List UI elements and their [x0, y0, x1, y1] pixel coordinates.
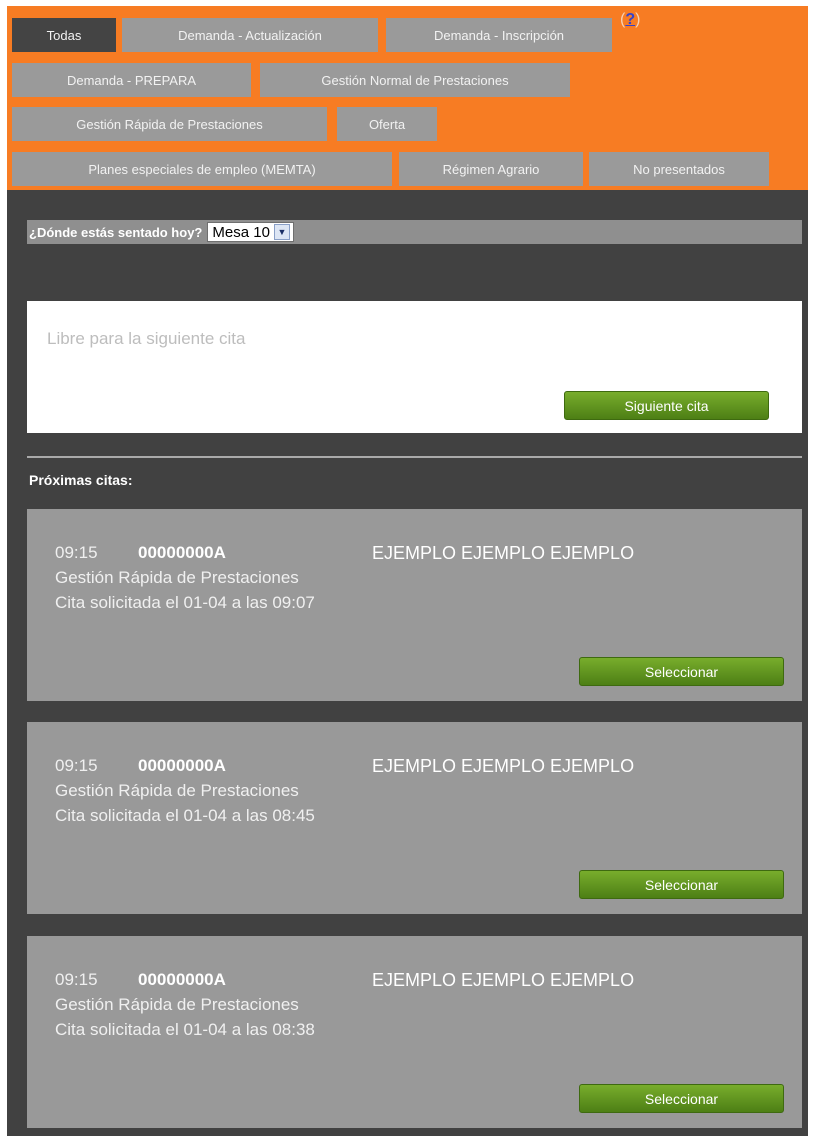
appointment-requested: Cita solicitada el 01-04 a las 09:07 [55, 593, 315, 612]
appointment-name: EJEMPLO EJEMPLO EJEMPLO [372, 970, 635, 990]
appointment-name: EJEMPLO EJEMPLO EJEMPLO [372, 543, 635, 563]
appointment-time: 09:15 [55, 543, 98, 562]
help-link[interactable]: (?) [620, 11, 640, 29]
appointment-service: Gestión Rápida de Prestaciones [55, 995, 299, 1014]
divider [27, 456, 802, 458]
tab-todas[interactable]: Todas [12, 18, 116, 52]
seat-bar: ¿Dónde estás sentado hoy? Mesa 10 ▼ [27, 220, 802, 244]
app-window: Todas Demanda - Actualización Demanda - … [7, 6, 808, 1136]
tab-bar: Todas Demanda - Actualización Demanda - … [7, 6, 808, 190]
free-panel: Libre para la siguiente cita Siguiente c… [27, 301, 802, 433]
select-button[interactable]: Seleccionar [579, 657, 784, 686]
seat-label: ¿Dónde estás sentado hoy? [29, 224, 203, 240]
appointment-id: 00000000A [138, 970, 226, 989]
upcoming-label: Próximas citas: [29, 472, 133, 488]
appointment-id: 00000000A [138, 756, 226, 775]
appointment-service: Gestión Rápida de Prestaciones [55, 568, 299, 587]
appointment-time: 09:15 [55, 756, 98, 775]
tab-planes-especiales-empleo[interactable]: Planes especiales de empleo (MEMTA) [12, 152, 392, 186]
appointment-id: 00000000A [138, 543, 226, 562]
appointment-card: 09:15 00000000A EJEMPLO EJEMPLO EJEMPLO … [27, 722, 802, 914]
appointment-card: 09:15 00000000A EJEMPLO EJEMPLO EJEMPLO … [27, 509, 802, 701]
seat-select[interactable]: Mesa 10 ▼ [207, 222, 294, 242]
help-close-paren: ) [635, 11, 641, 28]
appointment-time: 09:15 [55, 970, 98, 989]
appointment-card: 09:15 00000000A EJEMPLO EJEMPLO EJEMPLO … [27, 936, 802, 1128]
tab-demanda-prepara[interactable]: Demanda - PREPARA [12, 63, 251, 97]
tab-gestion-normal-prestaciones[interactable]: Gestión Normal de Prestaciones [260, 63, 570, 97]
free-status-text: Libre para la siguiente cita [47, 329, 246, 348]
next-appointment-button[interactable]: Siguiente cita [564, 391, 769, 420]
appointment-requested: Cita solicitada el 01-04 a las 08:45 [55, 806, 315, 825]
tab-gestion-rapida-prestaciones[interactable]: Gestión Rápida de Prestaciones [12, 107, 327, 141]
seat-selected-value: Mesa 10 [212, 223, 270, 241]
appointment-name: EJEMPLO EJEMPLO EJEMPLO [372, 756, 635, 776]
appointment-service: Gestión Rápida de Prestaciones [55, 781, 299, 800]
chevron-down-icon[interactable]: ▼ [273, 224, 290, 240]
appointment-requested: Cita solicitada el 01-04 a las 08:38 [55, 1020, 315, 1039]
tab-oferta[interactable]: Oferta [337, 107, 437, 141]
tab-demanda-actualizacion[interactable]: Demanda - Actualización [122, 18, 378, 52]
select-button[interactable]: Seleccionar [579, 1084, 784, 1113]
help-question-icon[interactable]: ? [625, 11, 635, 28]
tab-no-presentados[interactable]: No presentados [589, 152, 769, 186]
tab-demanda-inscripcion[interactable]: Demanda - Inscripción [386, 18, 612, 52]
select-button[interactable]: Seleccionar [579, 870, 784, 899]
tab-regimen-agrario[interactable]: Régimen Agrario [399, 152, 583, 186]
